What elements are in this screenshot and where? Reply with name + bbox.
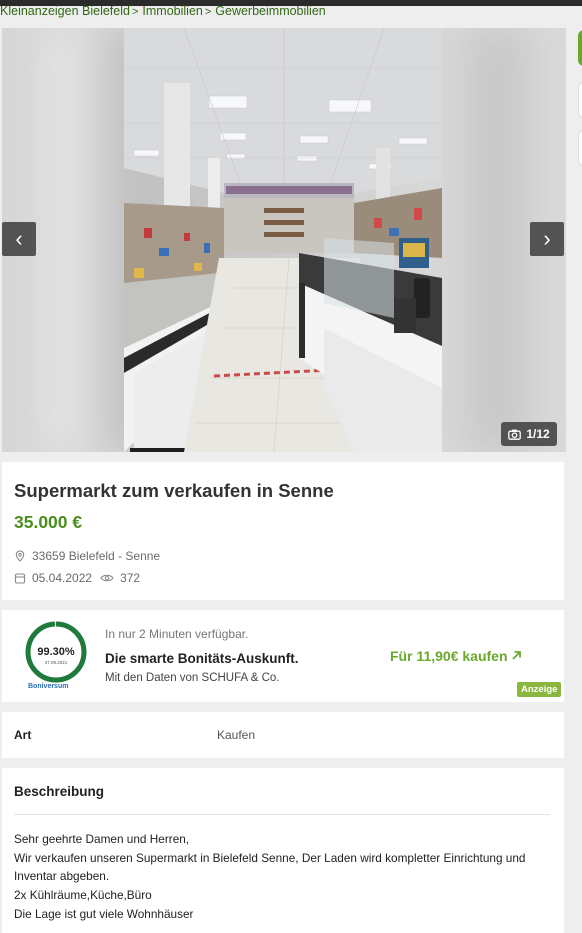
- listing-views: 372: [120, 571, 141, 585]
- sidebar-action-button[interactable]: [578, 30, 582, 66]
- location-pin-icon: [15, 550, 25, 562]
- image-counter-badge: 1/12: [501, 422, 557, 446]
- ad-headline: Die smarte Bonitäts-Auskunft.: [105, 651, 299, 666]
- ad-subtitle: In nur 2 Minuten verfügbar.: [105, 627, 249, 641]
- image-gallery[interactable]: ‹ › 1/12: [2, 28, 566, 452]
- breadcrumb-separator: >: [204, 6, 212, 18]
- listing-date-views: 05.04.2022 372: [14, 571, 140, 585]
- description-line: Sehr geehrte Damen und Herren,: [14, 832, 190, 846]
- chevron-left-icon: ‹: [15, 226, 23, 251]
- listing-date: 05.04.2022: [32, 571, 93, 585]
- seal-percent: 99.30%: [37, 646, 75, 658]
- breadcrumb-link-gewerbeimmobilien[interactable]: Gewerbeimmobilien: [215, 4, 325, 18]
- detail-value-art: Kaufen: [217, 728, 256, 742]
- details-card: Art Kaufen: [2, 712, 564, 758]
- breadcrumb-separator: >: [131, 6, 139, 18]
- detail-label-art: Art: [14, 728, 32, 742]
- right-sidebar-edge: [574, 24, 582, 933]
- description-line: Inventar abgeben.: [14, 869, 110, 884]
- listing-summary-card: Supermarkt zum verkaufen in Senne 35.000…: [2, 462, 564, 600]
- sidebar-action-button[interactable]: [578, 82, 582, 118]
- breadcrumb-link-bielefeld[interactable]: Kleinanzeigen Bielefeld: [0, 4, 130, 18]
- boniversum-seal: 99.30% 27.09.2021: [25, 621, 87, 683]
- description-card: Beschreibung Sehr geehrte Damen und Herr…: [2, 768, 564, 933]
- description-body: Sehr geehrte Damen und Herren, Wir verka…: [14, 830, 559, 924]
- arrow-up-right-icon: [512, 651, 522, 660]
- calendar-icon: [14, 573, 26, 584]
- description-title: Beschreibung: [14, 784, 105, 799]
- ad-buy-link-label: Für 11,90€ kaufen: [390, 648, 508, 664]
- ad-description: Mit den Daten von SCHUFA & Co.: [105, 672, 280, 684]
- description-divider: [14, 814, 550, 815]
- image-counter-text: 1/12: [526, 427, 550, 441]
- ad-buy-link[interactable]: Für 11,90€ kaufen: [390, 648, 522, 664]
- seal-brand-label: Boniversum: [28, 683, 69, 690]
- listing-title: Supermarkt zum verkaufen in Senne: [14, 480, 334, 501]
- listing-location[interactable]: 33659 Bielefeld - Senne: [14, 549, 160, 563]
- description-line: Die Lage ist gut viele Wohnhäuser: [14, 906, 194, 921]
- listing-price: 35.000 €: [14, 512, 83, 532]
- chevron-right-icon: ›: [543, 226, 551, 251]
- breadcrumb-link-immobilien[interactable]: Immobilien: [142, 4, 202, 18]
- seal-date: 27.09.2021: [45, 660, 68, 665]
- camera-icon: [508, 429, 522, 440]
- sidebar-action-button[interactable]: [578, 130, 582, 166]
- listing-photo[interactable]: [124, 28, 442, 452]
- gallery-next-button[interactable]: ›: [530, 222, 564, 256]
- eye-icon: [100, 574, 114, 582]
- description-line: Wir verkaufen unseren Supermarkt in Biel…: [14, 850, 526, 865]
- supermarket-aisle-photo: [124, 28, 442, 452]
- gallery-prev-button[interactable]: ‹: [2, 222, 36, 256]
- advertisement-card[interactable]: 99.30% 27.09.2021 Boniversum In nur 2 Mi…: [2, 610, 564, 702]
- ad-badge: Anzeige: [517, 682, 562, 697]
- listing-location-text: 33659 Bielefeld - Senne: [32, 549, 161, 563]
- breadcrumb: Kleinanzeigen Bielefeld > Immobilien > Gewer…: [0, 4, 326, 20]
- description-line: 2x Kühlräume,Küche,Büro: [14, 888, 152, 903]
